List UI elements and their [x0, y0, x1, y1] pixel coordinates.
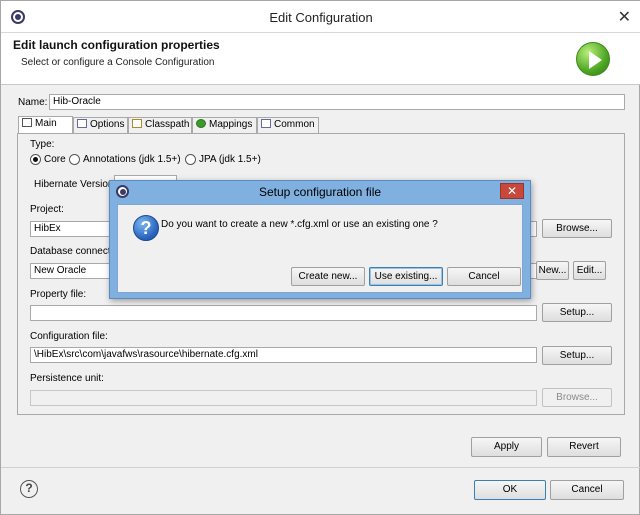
db-edit-button[interactable]: Edit... — [573, 261, 606, 280]
type-annotations-radio[interactable] — [69, 154, 80, 165]
project-browse-button[interactable]: Browse... — [542, 219, 612, 238]
tab-mappings[interactable]: Mappings — [192, 117, 257, 133]
type-jpa-label: JPA (jdk 1.5+) — [199, 154, 261, 165]
setup-configuration-dialog: Setup configuration file ✕ ? Do you want… — [109, 180, 531, 299]
dialog-title: Setup configuration file — [258, 185, 382, 199]
name-label: Name: — [18, 97, 48, 108]
persistence-unit-label: Persistence unit: — [30, 373, 104, 384]
persistence-unit-input[interactable] — [30, 390, 537, 406]
dialog-close-icon[interactable]: ✕ — [500, 183, 524, 199]
create-new-button[interactable]: Create new... — [291, 267, 365, 286]
common-tab-icon — [261, 119, 271, 128]
options-tab-icon — [77, 119, 87, 128]
dialog-message: Do you want to create a new *.cfg.xml or… — [161, 219, 438, 230]
db-connection-label: Database connecti — [30, 246, 113, 257]
tab-common[interactable]: Common — [257, 117, 319, 133]
db-new-button[interactable]: New... — [536, 261, 569, 280]
main-tab-icon — [22, 118, 32, 127]
type-core-radio[interactable] — [30, 154, 41, 165]
mappings-tab-icon — [196, 119, 206, 128]
tab-options-label: Options — [90, 119, 125, 130]
ok-button[interactable]: OK — [474, 480, 546, 500]
tab-mappings-label: Mappings — [209, 119, 253, 130]
property-file-input[interactable] — [30, 305, 537, 321]
property-file-setup-button[interactable]: Setup... — [542, 303, 612, 322]
tab-main[interactable]: Main — [18, 116, 73, 134]
banner-heading: Edit launch configuration properties — [13, 38, 220, 52]
config-file-setup-button[interactable]: Setup... — [542, 346, 612, 365]
question-icon: ? — [133, 215, 159, 241]
window-close-icon[interactable]: ✕ — [618, 7, 631, 27]
config-file-input[interactable]: \HibEx\src\com\javafws\rasource\hibernat… — [30, 347, 537, 363]
classpath-tab-icon — [132, 119, 142, 128]
tab-common-label: Common — [274, 119, 315, 130]
type-group-label: Type: — [30, 139, 55, 150]
tab-classpath-label: Classpath — [145, 119, 190, 130]
project-label: Project: — [30, 204, 64, 215]
help-icon[interactable]: ? — [20, 480, 38, 498]
type-annotations-label: Annotations (jdk 1.5+) — [83, 154, 181, 165]
tab-options[interactable]: Options — [73, 117, 128, 133]
cancel-button[interactable]: Cancel — [550, 480, 624, 500]
config-file-label: Configuration file: — [30, 331, 108, 342]
hibernate-version-label: Hibernate Version: — [34, 179, 117, 190]
persistence-browse-button[interactable]: Browse... — [542, 388, 612, 407]
footer-separator — [1, 467, 640, 468]
type-jpa-radio[interactable] — [185, 154, 196, 165]
dialog-cancel-button[interactable]: Cancel — [447, 267, 521, 286]
apply-button[interactable]: Apply — [471, 437, 542, 457]
tab-main-label: Main — [35, 118, 57, 129]
property-file-label: Property file: — [30, 289, 87, 300]
dialog-body: ? Do you want to create a new *.cfg.xml … — [117, 204, 523, 293]
tab-classpath[interactable]: Classpath — [128, 117, 192, 133]
revert-button[interactable]: Revert — [547, 437, 621, 457]
header-banner: Edit launch configuration properties Sel… — [1, 33, 640, 85]
banner-subtitle: Select or configure a Console Configurat… — [21, 57, 215, 68]
name-input[interactable]: Hib-Oracle — [49, 94, 625, 110]
title-bar: Edit Configuration ✕ — [1, 1, 640, 33]
run-configuration-icon — [576, 42, 610, 76]
type-core-label: Core — [44, 154, 66, 165]
window-title: Edit Configuration — [269, 10, 373, 25]
use-existing-button[interactable]: Use existing... — [369, 267, 443, 286]
